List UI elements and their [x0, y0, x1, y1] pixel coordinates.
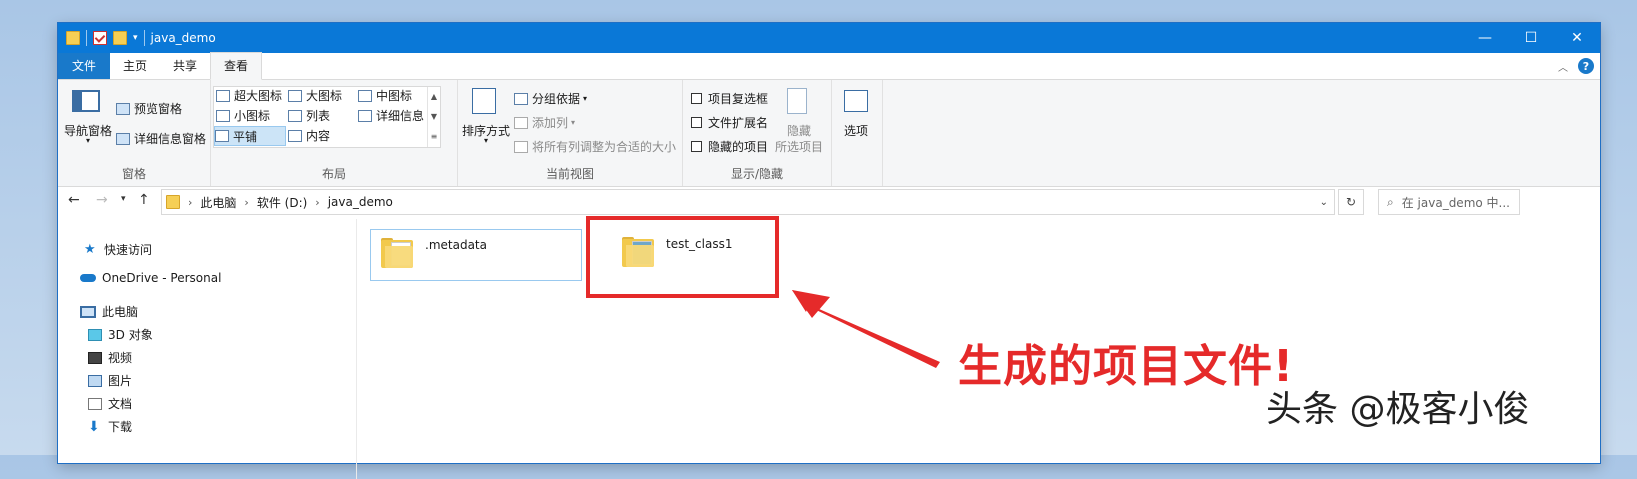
annotation-text: 生成的项目文件! [958, 341, 1295, 392]
watermark: 头条 @极客小俊 [1266, 389, 1530, 430]
